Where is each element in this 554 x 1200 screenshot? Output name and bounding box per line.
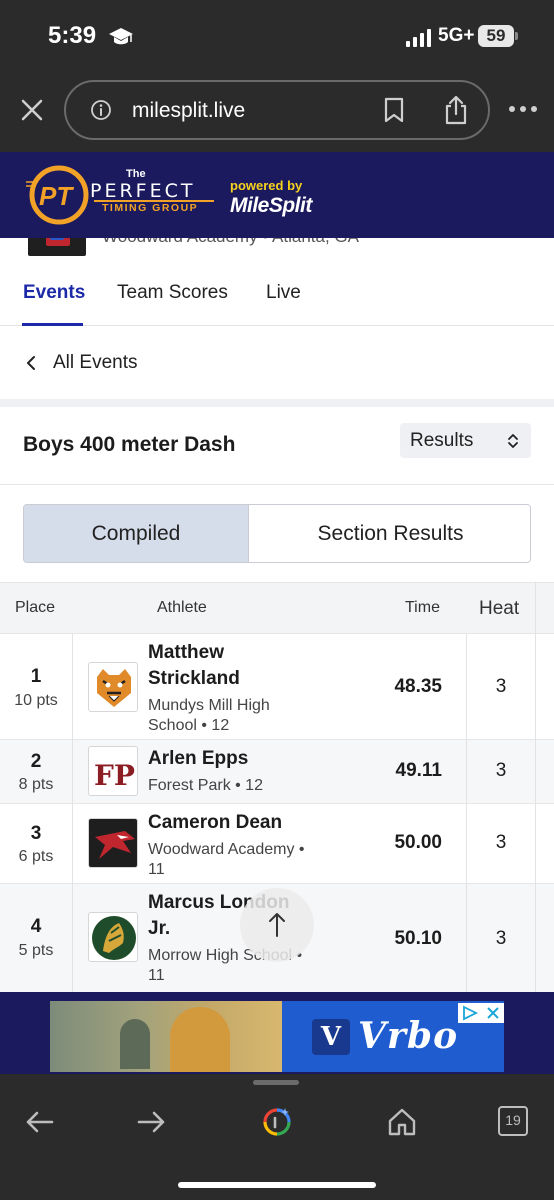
header-heat[interactable]: Heat — [479, 598, 519, 620]
home-icon[interactable] — [386, 1106, 418, 1138]
home-indicator — [178, 1182, 376, 1188]
site-banner: PT The PERFECT TIMING GROUP powered by M… — [0, 152, 554, 238]
place-number: 3 — [30, 823, 42, 844]
meet-tabs: Events Team Scores Live — [0, 264, 554, 326]
address-bar[interactable]: milesplit.live — [64, 80, 490, 140]
ad-photo[interactable] — [50, 1001, 282, 1072]
meet-location: Woodward Academy • Atlanta, GA — [102, 238, 359, 247]
result-time: 49.11 — [395, 760, 443, 781]
table-row[interactable]: 2 8 pts FP Arlen Epps Forest Park • 12 4… — [0, 740, 554, 804]
perfect-timing-logo[interactable]: PT — [26, 165, 92, 225]
table-header: Place Athlete Time Heat — [0, 582, 554, 634]
place-points: 8 pts — [18, 776, 54, 793]
fp-logo-icon: FP — [88, 746, 138, 796]
more-options-icon[interactable] — [508, 104, 538, 114]
share-icon[interactable] — [442, 94, 470, 126]
battery-icon: 59 — [478, 25, 518, 47]
view-select-value[interactable]: Results — [410, 430, 473, 452]
meet-logo — [28, 238, 86, 256]
result-heat: 3 — [495, 832, 507, 853]
tiger-logo-icon — [88, 662, 138, 712]
place-points: 6 pts — [18, 848, 54, 865]
forward-arrow-icon[interactable] — [135, 1106, 167, 1138]
table-row[interactable]: 1 10 pts Matthew Strickland Mundys Mill … — [0, 634, 554, 740]
status-bar: 5:39 5G+ 59 — [0, 0, 554, 72]
ad-brand-text: Vrbo — [358, 1015, 459, 1057]
graduation-cap-icon — [109, 28, 133, 45]
battery-level: 59 — [486, 26, 506, 45]
bookmark-icon[interactable] — [382, 96, 406, 124]
arrow-up-icon — [269, 913, 285, 937]
result-heat: 3 — [495, 676, 507, 697]
milesplit-logo[interactable]: MileSplit — [230, 194, 312, 218]
compiled-button[interactable]: Compiled — [24, 505, 249, 562]
svg-text:PT: PT — [39, 181, 74, 211]
place-points: 5 pts — [18, 942, 54, 959]
header-place[interactable]: Place — [15, 599, 55, 617]
place-number: 1 — [30, 666, 42, 687]
section-divider — [0, 399, 554, 407]
url-text[interactable]: milesplit.live — [132, 99, 245, 123]
all-events-link[interactable]: All Events — [0, 327, 554, 399]
scroll-to-top-button[interactable] — [240, 888, 314, 962]
toolbar-handle[interactable] — [253, 1080, 299, 1085]
event-header: Boys 400 meter Dash Results — [0, 407, 554, 485]
result-heat: 3 — [495, 928, 507, 949]
chevron-left-icon — [27, 356, 35, 370]
column-divider — [535, 582, 536, 992]
tab-switcher-button[interactable]: 19 — [498, 1106, 528, 1136]
cellular-signal-icon — [406, 29, 432, 47]
results-mode-toggle: Compiled Section Results — [23, 504, 531, 563]
close-icon[interactable] — [18, 96, 46, 124]
ad-choices-icon — [463, 1005, 499, 1021]
place-number: 4 — [30, 916, 42, 937]
tab-count: 19 — [505, 1112, 521, 1128]
athlete-name[interactable]: Arlen Epps — [148, 746, 348, 772]
meet-header: Woodward Academy • Atlanta, GA — [0, 238, 554, 258]
info-icon[interactable] — [90, 99, 112, 121]
athlete-school[interactable]: Forest Park • 12 — [148, 776, 316, 796]
back-arrow-icon[interactable] — [24, 1106, 56, 1138]
brand-subtitle: TIMING GROUP — [102, 202, 199, 214]
tab-team-scores[interactable]: Team Scores — [117, 282, 228, 304]
active-tab-indicator — [22, 323, 83, 326]
header-athlete[interactable]: Athlete — [157, 599, 207, 617]
result-time: 48.35 — [394, 676, 442, 697]
table-row[interactable]: 3 6 pts Cameron Dean Woodward Academy • … — [0, 804, 554, 884]
athlete-name[interactable]: Cameron Dean — [148, 810, 348, 836]
header-time[interactable]: Time — [405, 599, 440, 617]
chevron-up-down-icon — [508, 434, 518, 448]
column-divider — [72, 634, 73, 992]
svg-text:FP: FP — [94, 759, 135, 792]
tab-events[interactable]: Events — [23, 282, 85, 304]
ad-choices[interactable] — [458, 1003, 504, 1023]
place-number: 2 — [30, 751, 42, 772]
athlete-name[interactable]: Matthew Strickland — [148, 640, 298, 692]
brand-name: PERFECT — [90, 180, 196, 202]
status-time: 5:39 — [48, 22, 97, 49]
network-type: 5G+ — [438, 25, 475, 46]
mustang-logo-icon — [88, 912, 138, 962]
result-time: 50.00 — [394, 832, 442, 853]
brand-the: The — [126, 168, 146, 180]
vrbo-logo-icon: V — [312, 1019, 350, 1055]
powered-by-label: powered by — [230, 178, 303, 193]
event-title: Boys 400 meter Dash — [23, 433, 236, 456]
athlete-school[interactable]: Mundys Mill High School • 12 — [148, 696, 316, 736]
result-heat: 3 — [495, 760, 507, 781]
all-events-label[interactable]: All Events — [53, 352, 137, 374]
column-divider — [466, 634, 467, 992]
tab-live[interactable]: Live — [266, 282, 301, 304]
section-results-button[interactable]: Section Results — [249, 505, 530, 562]
browser-bottom-toolbar: 19 — [0, 1074, 554, 1200]
browser-top-chrome: 5:39 5G+ 59 milesplit.live — [0, 0, 554, 152]
result-time: 50.10 — [394, 928, 442, 949]
athlete-school[interactable]: Woodward Academy • 11 — [148, 840, 316, 880]
google-search-icon[interactable] — [261, 1106, 293, 1138]
view-select[interactable]: Results — [400, 423, 531, 458]
eagle-logo-icon — [88, 818, 138, 868]
place-points: 10 pts — [14, 692, 58, 709]
